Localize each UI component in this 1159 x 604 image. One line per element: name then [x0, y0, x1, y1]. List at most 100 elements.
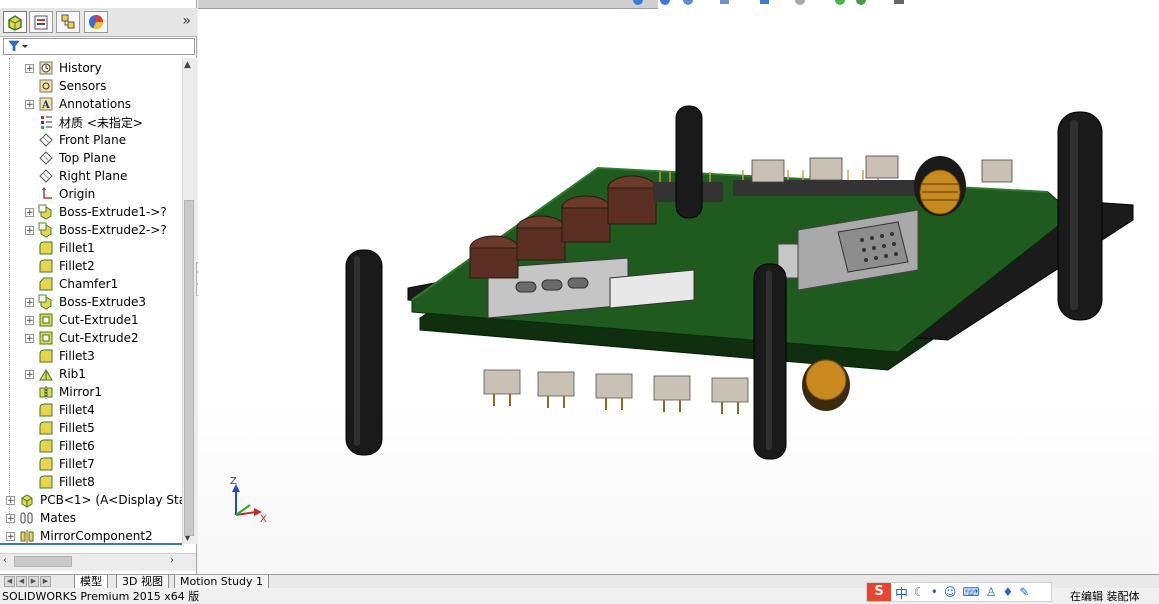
- mirror-component-icon: [19, 528, 35, 544]
- keyboard-icon[interactable]: ⌨: [962, 585, 979, 599]
- expand-toggle-icon[interactable]: +: [6, 495, 15, 505]
- part-icon: [19, 492, 35, 508]
- feature-manager-tab[interactable]: [3, 11, 27, 33]
- tree-node[interactable]: + History: [25, 59, 102, 77]
- expand-toggle-icon[interactable]: +: [25, 207, 34, 217]
- pcb-assembly-model[interactable]: Z X: [198, 0, 1159, 574]
- coordinate-triad: Z X: [230, 476, 267, 525]
- tree-node[interactable]: Fillet7: [25, 455, 95, 473]
- fillet-icon: [38, 402, 54, 418]
- vertical-scroll-thumb[interactable]: [184, 200, 194, 536]
- tree-node[interactable]: Fillet2: [25, 257, 95, 275]
- material-icon: [38, 114, 54, 130]
- fillet-icon: [38, 438, 54, 454]
- expand-toggle-icon[interactable]: +: [6, 531, 15, 541]
- tree-node[interactable]: 材质 <未指定>: [25, 113, 143, 131]
- tree-node[interactable]: Fillet8: [25, 473, 95, 491]
- tree-node[interactable]: Fillet6: [25, 437, 95, 455]
- tree-node[interactable]: Fillet1: [25, 239, 95, 257]
- svg-text:A: A: [41, 100, 50, 111]
- scroll-up-icon[interactable]: ▲: [184, 60, 191, 70]
- smile-icon[interactable]: ☺: [944, 585, 957, 599]
- tree-node-label: Cut-Extrude1: [59, 313, 139, 327]
- expand-chevron-icon[interactable]: »: [182, 13, 191, 29]
- sogou-logo-icon: S: [867, 583, 891, 601]
- tree-node[interactable]: Fillet5: [25, 419, 95, 437]
- tree-node[interactable]: Fillet4: [25, 401, 95, 419]
- ime-toolbar[interactable]: S 中 ☾ • ☺ ⌨ ♙ ♦ ✎: [866, 582, 1052, 602]
- scroll-left-icon[interactable]: ‹: [3, 555, 7, 566]
- tab-model[interactable]: 模型: [74, 575, 108, 589]
- tree-node-label: Fillet5: [59, 421, 95, 435]
- skin-icon[interactable]: ♦: [1002, 585, 1013, 599]
- rollback-bar[interactable]: [0, 543, 182, 545]
- tab-motion-study[interactable]: Motion Study 1: [174, 575, 270, 589]
- horizontal-scroll-thumb[interactable]: [14, 556, 72, 567]
- tree-node[interactable]: Chamfer1: [25, 275, 118, 293]
- heads-up-view-toolbar[interactable]: [633, 0, 904, 5]
- moon-icon[interactable]: ☾: [914, 585, 925, 599]
- tree-node[interactable]: + Cut-Extrude1: [25, 311, 139, 329]
- expand-toggle-icon[interactable]: +: [25, 333, 34, 343]
- prev-tab-icon[interactable]: ◀: [16, 576, 27, 587]
- tree-node[interactable]: Sensors: [25, 77, 106, 95]
- funnel-icon: [8, 40, 28, 52]
- expand-toggle-icon[interactable]: +: [25, 225, 34, 235]
- expand-toggle-icon[interactable]: +: [25, 63, 34, 73]
- tree-node-label: Fillet1: [59, 241, 95, 255]
- tree-node[interactable]: + Cut-Extrude2: [25, 329, 139, 347]
- tree-node[interactable]: + MirrorComponent2: [6, 527, 153, 544]
- tree-node-label: Fillet3: [59, 349, 95, 363]
- tree-node[interactable]: Mirror1: [25, 383, 102, 401]
- graphics-viewport[interactable]: Z X: [198, 0, 1159, 574]
- scroll-right-icon[interactable]: ›: [170, 555, 174, 566]
- tree-node-label: PCB<1> (A<Display Stat: [40, 493, 182, 507]
- ime-mode-label[interactable]: 中: [895, 583, 908, 602]
- expand-toggle-icon[interactable]: +: [25, 369, 34, 379]
- configuration-manager-tab[interactable]: [56, 11, 80, 33]
- tree-node[interactable]: + A Annotations: [25, 95, 131, 113]
- next-tab-icon[interactable]: ▶: [28, 576, 39, 587]
- tree-node[interactable]: + Mates: [6, 509, 76, 527]
- first-tab-icon[interactable]: ◀: [4, 576, 15, 587]
- tree-node[interactable]: + Boss-Extrude2->?: [25, 221, 167, 239]
- property-manager-tab[interactable]: [29, 11, 53, 33]
- tree-node-label: Rib1: [59, 367, 86, 381]
- origin-icon: [38, 186, 54, 202]
- tree-node[interactable]: Fillet3: [25, 347, 95, 365]
- tree-node[interactable]: + Rib1: [25, 365, 86, 383]
- tree-node[interactable]: Top Plane: [25, 149, 116, 167]
- display-manager-tab[interactable]: [84, 11, 108, 33]
- user-icon[interactable]: ♙: [986, 585, 997, 599]
- sensors-icon: [38, 78, 54, 94]
- tree-node[interactable]: Front Plane: [25, 131, 126, 149]
- plane-icon: [38, 132, 54, 148]
- feature-tree-icon: [8, 15, 22, 31]
- tree-filter[interactable]: [3, 38, 195, 55]
- view-orientation-icon: [760, 0, 769, 4]
- fillet-icon: [38, 348, 54, 364]
- boss-extrude-icon: [38, 294, 54, 310]
- tree-node[interactable]: + Boss-Extrude3: [25, 293, 146, 311]
- expand-toggle-icon[interactable]: +: [25, 297, 34, 307]
- wrench-icon[interactable]: ✎: [1019, 585, 1029, 599]
- tree-node[interactable]: + PCB<1> (A<Display Stat: [6, 491, 182, 509]
- last-tab-icon[interactable]: ▶: [40, 576, 51, 587]
- expand-toggle-icon[interactable]: +: [25, 99, 34, 109]
- feature-tree: + History Sensors + A Annotations 材质 <未指定> Fron…: [0, 58, 182, 544]
- expand-toggle-icon[interactable]: +: [25, 315, 34, 325]
- annotations-icon: A: [38, 96, 54, 112]
- tree-node[interactable]: + Boss-Extrude1->?: [25, 203, 167, 221]
- tree-node[interactable]: Origin: [25, 185, 95, 203]
- tab-3d-view[interactable]: 3D 视图: [116, 575, 169, 589]
- previous-view-icon: [683, 0, 693, 5]
- punctuation-icon[interactable]: •: [931, 585, 938, 599]
- tree-node[interactable]: Right Plane: [25, 167, 127, 185]
- expand-toggle-icon[interactable]: +: [6, 513, 15, 523]
